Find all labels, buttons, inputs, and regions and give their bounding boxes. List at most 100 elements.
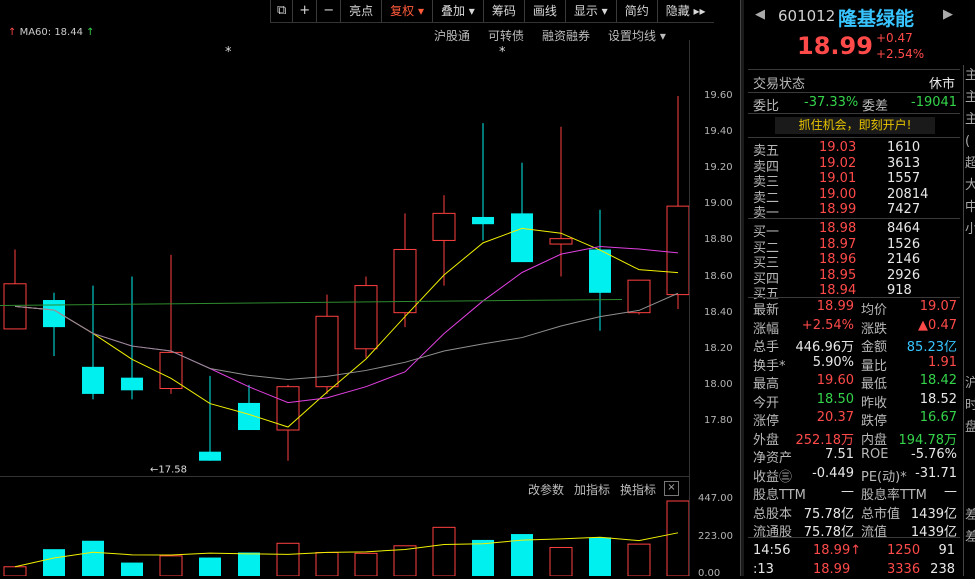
stock-name[interactable]: 隆基绿能 xyxy=(838,4,914,31)
tick-row-1: :13 18.99 3336 238 xyxy=(753,562,958,579)
volume-bar-11 xyxy=(432,526,456,576)
edge-item-8[interactable] xyxy=(964,241,975,263)
edge-item-11[interactable] xyxy=(964,307,975,329)
order-row-7: 买三 18.96 2146 xyxy=(753,252,953,271)
price-tick-3: 19.00 xyxy=(704,198,733,210)
stat-value: 19.60 xyxy=(816,373,854,388)
stat-label: 收益㊂ xyxy=(753,469,793,485)
candle-body-13 xyxy=(511,213,533,263)
candle-body-5 xyxy=(199,451,221,461)
plus-icon[interactable]: + xyxy=(292,0,316,22)
stat-value: 18.52 xyxy=(919,391,957,407)
toolbar-button-2[interactable]: 叠加 ▾ xyxy=(431,0,483,22)
stat-value: 18.42 xyxy=(919,373,957,388)
stat-value: 20.37 xyxy=(816,410,854,425)
edge-item-3[interactable]: ( xyxy=(964,131,975,153)
stat-label: 总手 xyxy=(753,340,780,355)
toolbar-button-7[interactable]: 隐藏 ▸▸ xyxy=(656,0,714,22)
edge-item-5[interactable]: 大 xyxy=(964,175,975,197)
square-icon[interactable]: ⧉ xyxy=(270,0,292,22)
order-price: 19.00 xyxy=(819,186,857,202)
marker-1: * xyxy=(499,45,506,60)
toolbar-button-3[interactable]: 筹码 xyxy=(482,0,524,22)
indicator-link-2[interactable]: 换指标 xyxy=(620,481,656,498)
edge-item-1[interactable]: 主 xyxy=(964,87,975,109)
volume-bar-0 xyxy=(3,566,27,576)
edge-item-14[interactable]: 沪 xyxy=(964,373,975,395)
edge-item-15[interactable]: 时 xyxy=(964,395,975,417)
weibi-label: 委比 xyxy=(753,99,780,114)
edge-item-18[interactable] xyxy=(964,461,975,483)
order-row-1: 卖四 19.02 3613 xyxy=(753,155,953,175)
close-icon[interactable]: × xyxy=(664,481,679,496)
volume-bar-2 xyxy=(82,540,104,576)
edge-item-17[interactable] xyxy=(964,439,975,461)
stat-label: 换手* xyxy=(753,358,786,374)
tick-row-0: 14:56 18.99↑ 1250 91 xyxy=(753,543,958,560)
tick-time: :13 xyxy=(753,562,774,577)
order-price: 18.96 xyxy=(819,252,857,268)
ma5-line xyxy=(14,227,679,428)
indicator-links: 改参数 加指标 换指标 xyxy=(528,481,656,498)
order-volume: 1557 xyxy=(887,171,921,187)
ma60-trend-icon: ↑ xyxy=(86,27,95,38)
edge-item-12[interactable] xyxy=(964,329,975,351)
minus-icon[interactable]: − xyxy=(316,0,340,22)
edge-item-0[interactable]: 主 xyxy=(964,65,975,87)
candle-body-1 xyxy=(43,300,65,328)
stat-label: 金额 xyxy=(861,340,888,355)
candle-body-14 xyxy=(549,238,573,245)
toolbar-button-1[interactable]: 复权 ▾ xyxy=(381,0,432,22)
next-stock-icon[interactable]: ▶ xyxy=(943,7,953,22)
volume-chart[interactable] xyxy=(0,496,700,576)
edge-item-4[interactable]: 超 xyxy=(964,153,975,175)
candle-body-17 xyxy=(666,205,690,296)
edge-item-10[interactable] xyxy=(964,285,975,307)
candle-body-12 xyxy=(472,216,494,225)
side-panel-edge[interactable]: 主主主(超大中小沪时盘差差 xyxy=(963,65,975,576)
edge-item-2[interactable]: 主 xyxy=(964,109,975,131)
edge-item-20[interactable]: 差 xyxy=(964,505,975,527)
edge-item-21[interactable]: 差 xyxy=(964,527,975,549)
stat-label: 最低 xyxy=(861,377,888,392)
prev-stock-icon[interactable]: ◀ xyxy=(755,7,765,22)
edge-item-6[interactable]: 中 xyxy=(964,197,975,219)
edge-item-7[interactable]: 小 xyxy=(964,219,975,241)
status-label: 交易状态 xyxy=(753,77,806,92)
edge-item-19[interactable] xyxy=(964,483,975,505)
price-tick-2: 19.20 xyxy=(704,162,733,174)
toolbar-button-0[interactable]: 亮点 xyxy=(340,0,381,22)
chart-toolbar: ⧉ + − 亮点 复权 ▾ 叠加 ▾ 筹码 画线 显示 ▾ 简约 隐藏 ▸▸ xyxy=(270,0,714,23)
toolbar-button-6[interactable]: 简约 xyxy=(615,0,657,22)
stat-label: 涨跌 xyxy=(861,321,888,337)
stat-row-6: 涨停 20.37 跌停 16.67 xyxy=(753,410,958,429)
stat-label: PE(动)* xyxy=(861,469,907,485)
order-volume: 20814 xyxy=(887,186,929,202)
edge-item-13[interactable] xyxy=(964,351,975,373)
order-row-2: 卖三 19.01 1557 xyxy=(753,171,953,190)
tick-volume: 1250 xyxy=(887,543,921,558)
toolbar-button-5[interactable]: 显示 ▾ xyxy=(564,0,616,22)
order-price: 18.99 xyxy=(819,202,857,218)
stat-label: 量比 xyxy=(861,358,888,374)
open-account-banner[interactable]: 抓住机会，即刻开户! xyxy=(775,117,935,134)
candlestick-chart[interactable]: * * ←17.58 xyxy=(0,40,700,480)
stat-row-5: 今开 18.50 昨收 18.52 xyxy=(753,391,958,411)
volume-bar-9 xyxy=(354,552,378,576)
volume-bar-3 xyxy=(121,562,143,576)
edge-item-16[interactable]: 盘 xyxy=(964,417,975,439)
toolbar-button-4[interactable]: 画线 xyxy=(523,0,565,22)
stat-value: -31.71 xyxy=(915,465,957,481)
candle-body-10 xyxy=(393,248,417,314)
order-row-8: 买四 18.95 2926 xyxy=(753,268,953,287)
indicator-link-1[interactable]: 加指标 xyxy=(574,481,610,498)
candle-body-2 xyxy=(82,366,104,394)
order-volume: 3613 xyxy=(887,155,921,171)
stat-label: 总股本 xyxy=(753,506,793,522)
price-tick-4: 18.80 xyxy=(704,234,733,246)
indicator-link-0[interactable]: 改参数 xyxy=(528,481,564,498)
edge-item-9[interactable] xyxy=(964,263,975,285)
stat-row-8: 净资产 7.51 ROE -5.76% xyxy=(753,447,958,466)
panel-splitter[interactable] xyxy=(740,0,744,576)
stat-row-10: 股息TTM — 股息率TTM — xyxy=(753,484,958,503)
